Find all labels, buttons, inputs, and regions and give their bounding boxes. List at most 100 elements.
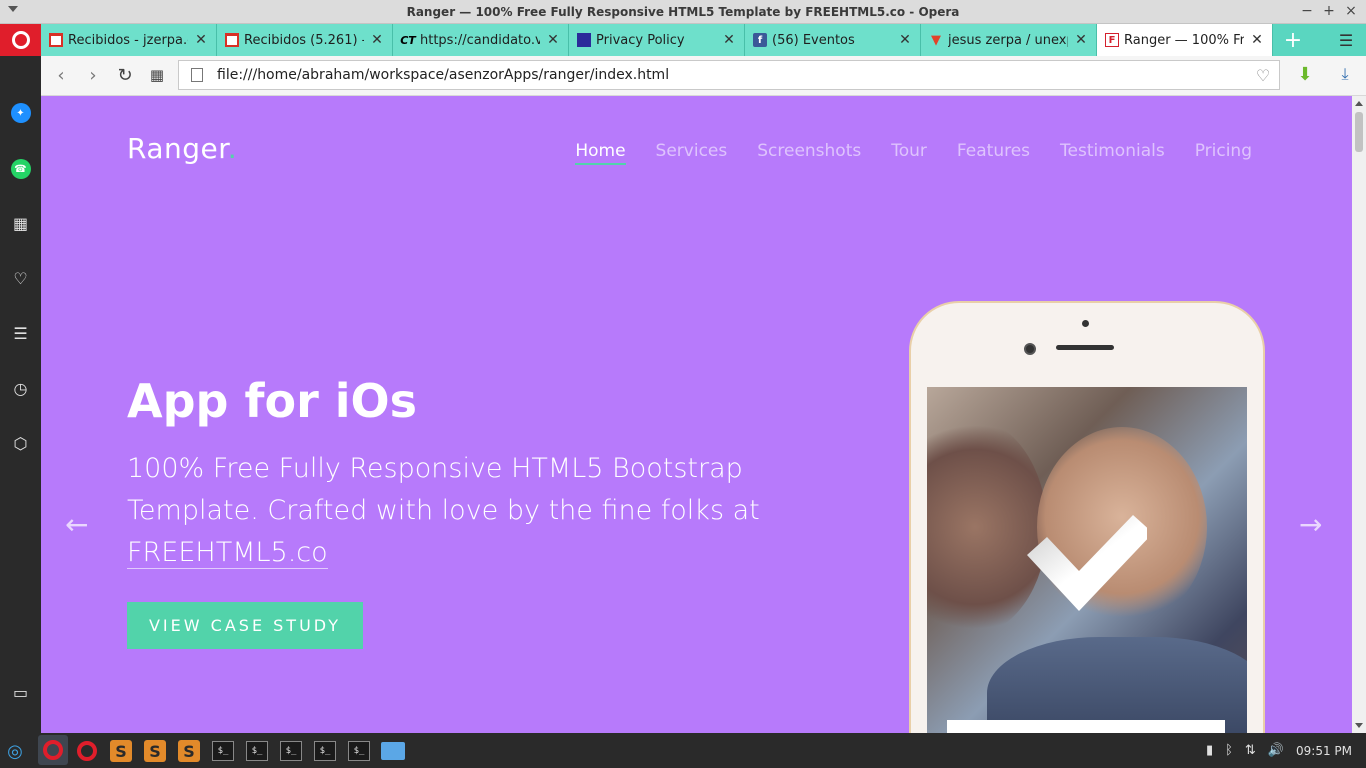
heart-icon[interactable]: ♡ (0, 263, 41, 293)
freehtml5-link[interactable]: FREEHTML5.co (127, 537, 328, 569)
tab-close-icon[interactable]: ✕ (1250, 32, 1264, 48)
tab-label: Privacy Policy (596, 32, 685, 48)
tab-label: Recibidos (5.261) - je (244, 32, 364, 48)
tab-close-icon[interactable]: ✕ (898, 32, 912, 48)
bluetooth-icon[interactable]: ᛒ (1225, 743, 1233, 758)
privacy-icon (577, 33, 591, 47)
phone-camera (1024, 343, 1036, 355)
tab-close-icon[interactable]: ✕ (546, 32, 560, 48)
gmail-icon (225, 33, 239, 47)
gitlab-icon: ▼ (931, 32, 941, 48)
taskbar-terminal-5[interactable]: $_ (348, 741, 370, 761)
speed-dial-icon[interactable]: ▦ (0, 208, 41, 238)
tab-menu-icon[interactable]: ☰ (1326, 24, 1366, 56)
address-bar: ‹ › ↻ ▦ file:///home/abraham/workspace/a… (41, 56, 1366, 96)
whatsapp-icon[interactable]: ☎ (0, 154, 41, 184)
nav-features[interactable]: Features (957, 141, 1030, 165)
brand-text: Ranger (127, 132, 228, 165)
nav-home[interactable]: Home (575, 141, 626, 165)
nav-tour[interactable]: Tour (891, 141, 927, 165)
nav-testimonials[interactable]: Testimonials (1060, 141, 1165, 165)
ct-icon: CT (400, 33, 416, 47)
nav-services[interactable]: Services (656, 141, 728, 165)
window-titlebar: Ranger — 100% Free Fully Responsive HTML… (0, 0, 1366, 24)
tab-close-icon[interactable]: ✕ (194, 32, 208, 48)
scroll-down-icon[interactable] (1355, 723, 1363, 728)
tab-close-icon[interactable]: ✕ (1074, 32, 1088, 48)
tab-ranger[interactable]: F Ranger — 100% Free ✕ (1097, 24, 1273, 56)
taskbar-sublime-1[interactable]: S (110, 740, 132, 762)
tab-bar: Recibidos - jzerpa.oc ✕ Recibidos (5.261… (0, 24, 1366, 56)
tab-gmail-2[interactable]: Recibidos (5.261) - je ✕ (217, 24, 393, 56)
nav-pricing[interactable]: Pricing (1195, 141, 1252, 165)
battery-icon[interactable]: ▮ (1206, 743, 1213, 758)
scroll-up-icon[interactable] (1355, 101, 1363, 106)
tab-privacy[interactable]: Privacy Policy ✕ (569, 24, 745, 56)
hero-subtitle-text: 100% Free Fully Responsive HTML5 Bootstr… (127, 453, 760, 526)
close-window-button[interactable]: × (1342, 2, 1360, 20)
tab-close-icon[interactable]: ✕ (370, 32, 384, 48)
messenger-icon[interactable]: ✦ (0, 98, 41, 128)
taskbar-terminal-2[interactable]: $_ (246, 741, 268, 761)
start-menu-icon[interactable]: ◎ (2, 738, 28, 764)
opera-menu-button[interactable] (0, 24, 41, 56)
taskbar-file-manager[interactable] (381, 742, 405, 760)
forward-icon[interactable]: › (77, 59, 109, 91)
url-text[interactable]: file:///home/abraham/workspace/asenzorAp… (217, 67, 1251, 83)
view-case-study-button[interactable]: VIEW CASE STUDY (127, 602, 363, 649)
brand-logo[interactable]: Ranger. (127, 132, 237, 165)
scroll-thumb[interactable] (1355, 112, 1363, 152)
back-icon[interactable]: ‹ (45, 59, 77, 91)
phone-mockup (909, 301, 1265, 733)
carousel-next-icon[interactable]: → (1299, 508, 1322, 541)
carousel-prev-icon[interactable]: ← (65, 508, 88, 541)
tab-label: jesus zerpa / unexpo (948, 32, 1068, 48)
taskbar-sublime-3[interactable]: S (178, 740, 200, 762)
extensions-icon[interactable]: ⬡ (0, 428, 41, 458)
window-title: Ranger — 100% Free Fully Responsive HTML… (406, 4, 960, 19)
nav-screenshots[interactable]: Screenshots (757, 141, 861, 165)
tab-label: Recibidos - jzerpa.oc (68, 32, 188, 48)
taskbar-terminal-1[interactable]: $_ (212, 741, 234, 761)
history-icon[interactable]: ◷ (0, 373, 41, 403)
opera-logo-icon (11, 31, 30, 49)
taskbar-terminal-4[interactable]: $_ (314, 741, 336, 761)
tab-label: https://candidato.ve (420, 32, 540, 48)
system-tray: ▮ ᛒ ⇅ 🔊 09:51 PM (1206, 733, 1366, 768)
tab-label: Ranger — 100% Free (1124, 32, 1244, 48)
tab-facebook[interactable]: f (56) Eventos ✕ (745, 24, 921, 56)
photo-shirt (987, 637, 1247, 733)
hero-title: App for iOs (127, 374, 418, 428)
window-menu-icon[interactable] (8, 6, 18, 12)
speed-dial-button-icon[interactable]: ▦ (141, 59, 173, 91)
news-icon[interactable]: ☰ (0, 318, 41, 348)
sidebar-toggle-icon[interactable]: ▭ (0, 677, 41, 707)
network-icon[interactable]: ⇅ (1245, 743, 1256, 758)
taskbar-opera-active[interactable] (38, 735, 68, 765)
tab-candidato[interactable]: CT https://candidato.ve ✕ (393, 24, 569, 56)
taskbar-sublime-2[interactable]: S (144, 740, 166, 762)
tab-gmail-1[interactable]: Recibidos - jzerpa.oc ✕ (41, 24, 217, 56)
tab-close-icon[interactable]: ✕ (722, 32, 736, 48)
clock[interactable]: 09:51 PM (1296, 744, 1352, 758)
tab-gitlab[interactable]: ▼ jesus zerpa / unexpo ✕ (921, 24, 1097, 56)
taskbar-terminal-3[interactable]: $_ (280, 741, 302, 761)
taskbar-opera[interactable] (74, 738, 100, 764)
downloads-icon[interactable]: ⤓ (1334, 64, 1356, 86)
main-nav: Home Services Screenshots Tour Features … (575, 141, 1252, 165)
url-field[interactable]: file:///home/abraham/workspace/asenzorAp… (178, 60, 1280, 90)
phone-sensor (1082, 320, 1089, 327)
volume-icon[interactable]: 🔊 (1268, 743, 1284, 758)
tab-label: (56) Eventos (772, 32, 855, 48)
maximize-button[interactable]: + (1320, 2, 1338, 20)
page-icon (191, 68, 203, 82)
new-tab-button[interactable]: + (1273, 24, 1313, 56)
freehtml5-icon: F (1105, 33, 1119, 47)
minimize-button[interactable]: − (1298, 2, 1316, 20)
page-viewport: Ranger. Home Services Screenshots Tour F… (41, 96, 1352, 733)
phone-speaker (1056, 345, 1114, 350)
download-green-icon[interactable]: ⬇ (1294, 64, 1316, 86)
reload-icon[interactable]: ↻ (109, 59, 141, 91)
bookmark-heart-icon[interactable]: ♡ (1251, 66, 1275, 85)
page-scrollbar[interactable] (1352, 96, 1366, 733)
